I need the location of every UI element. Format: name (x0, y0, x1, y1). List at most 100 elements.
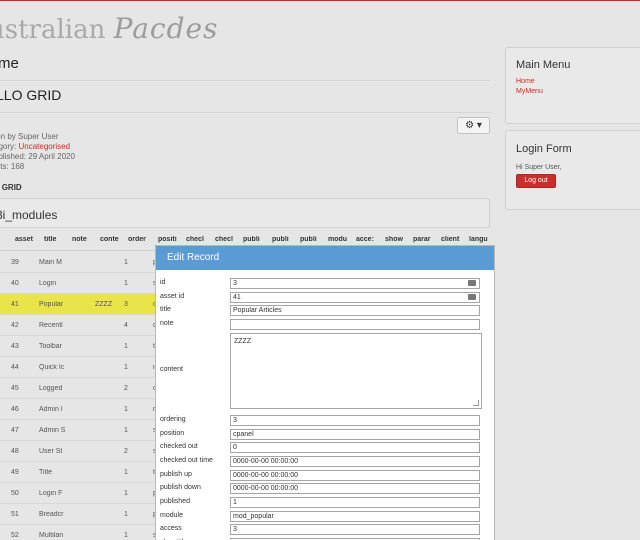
checked-out-field[interactable]: 0 (230, 442, 480, 454)
asset-id-field[interactable]: 41 (230, 291, 480, 303)
table-cell: Popular (39, 301, 64, 308)
table-cell: 43 (11, 343, 19, 350)
id-field[interactable]: 3 (230, 278, 480, 289)
id-label: id (160, 279, 166, 286)
table-cell: 1 (124, 469, 128, 476)
table-cell: 1 (124, 490, 128, 497)
article-category: egory: Uncategorised (0, 142, 70, 151)
table-cell: Login (39, 280, 57, 287)
logo-script: Pacdes (113, 12, 219, 45)
content-textarea[interactable]: ZZZZ (230, 332, 482, 409)
table-cell: 52 (11, 532, 19, 539)
column-header[interactable]: title (44, 236, 71, 243)
publish-up-label: publish up (160, 470, 192, 478)
column-header[interactable]: acce: (356, 236, 383, 243)
table-cell: 50 (11, 490, 19, 497)
divider (0, 112, 490, 113)
module-label: module (160, 511, 183, 519)
category-prefix: egory: (0, 142, 17, 151)
title-field[interactable]: Popular Articles (230, 305, 480, 317)
category-link[interactable]: Uncategorised (18, 142, 70, 151)
table-cell: Main M (39, 259, 62, 266)
ordering-field[interactable]: 3 (230, 414, 480, 426)
column-header[interactable]: parar (413, 236, 440, 243)
ordering-label: ordering (160, 415, 186, 423)
position-field[interactable]: cpanel (230, 428, 480, 440)
top-accent-line (0, 0, 640, 1)
module-field[interactable]: mod_popular (230, 510, 480, 522)
table-cell: Logged (39, 385, 63, 392)
table-cell: 1 (124, 280, 128, 287)
article-title: LLO GRID (0, 87, 62, 103)
table-cell: 1 (124, 511, 128, 518)
content-label: content (160, 365, 183, 373)
table-cell: 44 (11, 364, 19, 371)
table-cell: 47 (11, 427, 19, 434)
publish-up-field[interactable]: 0000-00-00 00:00:00 (230, 469, 480, 481)
table-cell: User St (39, 448, 63, 455)
logo-text: ustralian (0, 15, 106, 45)
keyboard-icon[interactable] (468, 293, 476, 300)
table-cell: 1 (124, 343, 128, 350)
keyboard-icon[interactable] (468, 280, 476, 286)
access-label: access (160, 525, 182, 533)
published-label: published (160, 498, 190, 505)
table-cell: Admin S (39, 427, 66, 434)
modal-header[interactable]: Edit Record (156, 246, 494, 270)
column-header[interactable]: publi (272, 236, 299, 243)
column-header[interactable]: publi (243, 236, 270, 243)
column-header[interactable]: checl (215, 236, 242, 243)
site-logo[interactable]: ustralian Pacdes (0, 12, 218, 45)
table-cell: 46 (11, 406, 19, 413)
divider (0, 80, 490, 81)
checked-out-time-field[interactable]: 0000-00-00 00:00:00 (230, 455, 480, 467)
note-label: note (160, 320, 174, 328)
column-header[interactable]: note (72, 236, 99, 243)
column-header[interactable]: publi (300, 236, 327, 243)
grid-panel-title: 3i_modules (0, 208, 58, 222)
resize-handle-icon[interactable] (473, 399, 479, 406)
column-header[interactable]: checl (186, 236, 213, 243)
table-cell: 40 (11, 280, 19, 287)
table-cell: 41 (11, 301, 19, 308)
publish-down-field[interactable]: 0000-00-00 00:00:00 (230, 483, 480, 495)
table-cell: 51 (11, 511, 19, 518)
column-header[interactable]: langu (469, 236, 496, 243)
table-cell: 2 (124, 385, 128, 392)
column-header[interactable]: asset (15, 236, 42, 243)
article-options-button[interactable]: ⚙ ▾ (457, 117, 490, 134)
table-cell: ZZZZ (95, 301, 113, 308)
checked-out-time-label: checked out time (160, 456, 213, 464)
grid-panel-header (0, 198, 490, 228)
table-cell: Quick Ic (39, 364, 65, 371)
table-cell: Title (39, 469, 52, 476)
login-form-module: Login Form Hi Super User, Log out (505, 130, 640, 210)
column-header[interactable]: modu (328, 236, 355, 243)
column-header[interactable]: client (441, 236, 468, 243)
column-header[interactable]: positi (158, 236, 185, 243)
checked-out-label: checked out (160, 443, 198, 451)
note-field[interactable] (230, 319, 480, 331)
column-header[interactable]: order (128, 236, 155, 243)
table-cell: Breadcr (39, 511, 64, 518)
menu-item-home[interactable]: Home (516, 78, 535, 85)
table-cell: 1 (124, 532, 128, 539)
main-menu-module: Main Menu Home MyMenu (505, 47, 640, 124)
access-field[interactable]: 3 (230, 524, 480, 536)
asset-id-label: asset id (160, 292, 185, 300)
login-form-title: Login Form (516, 143, 572, 155)
title-label: title (160, 306, 171, 314)
table-cell: Multilan (39, 532, 64, 539)
column-header[interactable]: conte (100, 236, 127, 243)
column-header[interactable]: show (385, 236, 412, 243)
table-cell: 48 (11, 448, 19, 455)
edit-record-modal: Edit Record id 3 asset id 41 title Popular Ar… (155, 245, 495, 540)
published-field[interactable]: 1 (230, 497, 480, 508)
article-published: ublished: 29 April 2020 (0, 152, 75, 161)
table-cell: 4 (124, 322, 128, 329)
table-cell: 39 (11, 259, 19, 266)
grid-section-heading: A GRID (0, 183, 22, 192)
logout-button[interactable]: Log out (516, 174, 556, 188)
menu-item-mymenu[interactable]: MyMenu (516, 88, 543, 95)
table-cell: Admin I (39, 406, 63, 413)
